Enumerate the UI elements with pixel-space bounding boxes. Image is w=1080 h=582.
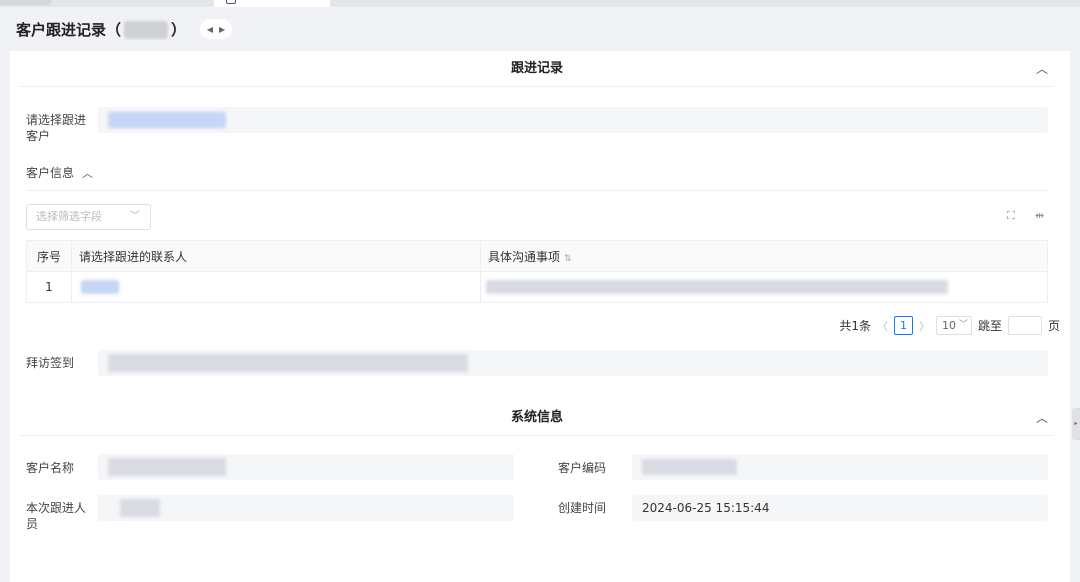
follower-label: 本次跟进人员 bbox=[26, 501, 87, 531]
redacted-follower bbox=[120, 499, 160, 517]
chevron-up-icon: ︿ bbox=[82, 167, 94, 180]
page-header: 客户跟进记录（ ） ◀ ▶ bbox=[0, 7, 1080, 51]
record-nav: ◀ ▶ bbox=[200, 19, 233, 39]
side-collapse-handle[interactable]: ▸ bbox=[1072, 408, 1080, 440]
goto-label: 跳至 bbox=[977, 319, 1002, 333]
page-unit-label: 页 bbox=[1047, 319, 1060, 333]
column-contact: 请选择跟进的联系人 bbox=[71, 240, 481, 272]
dropdown-icon: ﹀ bbox=[958, 320, 968, 330]
customer-info-label: 客户信息 bbox=[26, 166, 75, 180]
fullscreen-icon[interactable]: ⛶ bbox=[1007, 209, 1015, 223]
visit-checkin-field[interactable] bbox=[98, 350, 1048, 376]
page-title-prefix: 客户跟进记录（ bbox=[16, 20, 122, 39]
customer-select-field[interactable] bbox=[98, 107, 1048, 133]
contact-table: 序号 请选择跟进的联系人 具体沟通事项 ⇅ 1 bbox=[26, 240, 1048, 303]
customer-code-label: 客户编码 bbox=[558, 461, 607, 475]
system-section-header[interactable]: 系统信息 ︿ bbox=[20, 400, 1054, 436]
customer-name-field bbox=[98, 454, 514, 480]
column-index: 序号 bbox=[26, 240, 72, 272]
follow-section-title: 跟进记录 bbox=[510, 61, 563, 76]
created-time-value: 2024-06-25 15:15:44 bbox=[642, 501, 770, 515]
redacted-customer-name bbox=[108, 458, 226, 476]
goto-page-input[interactable] bbox=[1007, 316, 1042, 335]
customer-select-label: 请选择跟进客户 bbox=[26, 113, 87, 143]
form-panel: 跟进记录 ︿ 请选择跟进客户 客户信息 ︿ 选择筛选字段 ﹀ ⛶ ⇹ 序号 请选择… bbox=[10, 51, 1070, 582]
column-matters-label: 具体沟通事项 bbox=[488, 249, 561, 264]
redacted-matters bbox=[486, 280, 948, 294]
redacted-customer-code bbox=[642, 459, 737, 475]
filter-field-select[interactable]: 选择筛选字段 ﹀ bbox=[26, 204, 151, 230]
page-size-value: 10 bbox=[941, 319, 956, 332]
filter-field-placeholder: 选择筛选字段 bbox=[36, 210, 102, 223]
tab-icon bbox=[226, 0, 236, 4]
visit-checkin-label: 拜访签到 bbox=[26, 356, 75, 370]
created-time-label: 创建时间 bbox=[558, 501, 607, 515]
redacted-visit-value bbox=[108, 354, 468, 372]
cell-index: 1 bbox=[26, 271, 72, 303]
page-title: 客户跟进记录（ ） bbox=[16, 19, 186, 40]
divider bbox=[26, 190, 1048, 191]
sort-icon[interactable]: ⇅ bbox=[564, 254, 572, 264]
pagination-page-1[interactable]: 1 bbox=[893, 316, 913, 335]
redacted-customer-value bbox=[108, 112, 226, 128]
chevron-left-icon[interactable]: 〈 bbox=[877, 318, 888, 334]
tab-strip bbox=[0, 0, 1080, 7]
chevron-left-icon[interactable]: ◀ bbox=[207, 25, 213, 34]
column-resize-icon[interactable]: ⇹ bbox=[1035, 209, 1044, 222]
tab-inactive[interactable] bbox=[0, 0, 52, 5]
page-size-select[interactable]: 10 ﹀ bbox=[935, 316, 972, 335]
redacted-contact bbox=[81, 280, 119, 294]
dropdown-icon: ﹀ bbox=[130, 211, 140, 222]
table-header-row: 序号 请选择跟进的联系人 具体沟通事项 ⇅ bbox=[26, 240, 1048, 272]
tab-active[interactable] bbox=[214, 0, 330, 7]
follow-section-header[interactable]: 跟进记录 ︿ bbox=[20, 51, 1054, 87]
cell-contact[interactable] bbox=[71, 271, 481, 303]
redacted-customer-name bbox=[124, 21, 169, 39]
created-time-field: 2024-06-25 15:15:44 bbox=[632, 495, 1048, 521]
customer-name-label: 客户名称 bbox=[26, 461, 75, 475]
column-matters[interactable]: 具体沟通事项 ⇅ bbox=[480, 240, 1048, 272]
chevron-right-icon[interactable]: ▶ bbox=[219, 25, 225, 34]
cell-matters bbox=[480, 271, 1048, 303]
chevron-up-icon[interactable]: ︿ bbox=[1036, 51, 1048, 87]
pagination-total: 共1条 bbox=[839, 319, 871, 333]
system-section-title: 系统信息 bbox=[510, 410, 563, 425]
table-row: 1 bbox=[26, 271, 1048, 303]
pagination: 共1条 〈 1 〉 10 ﹀ 跳至 页 bbox=[839, 316, 1060, 335]
customer-info-toggle[interactable]: 客户信息 ︿ bbox=[26, 164, 93, 181]
customer-code-field bbox=[632, 454, 1048, 480]
follower-field bbox=[98, 495, 514, 521]
chevron-up-icon[interactable]: ︿ bbox=[1036, 400, 1048, 436]
page-title-suffix: ） bbox=[171, 20, 187, 39]
chevron-right-icon[interactable]: 〉 bbox=[919, 318, 930, 334]
